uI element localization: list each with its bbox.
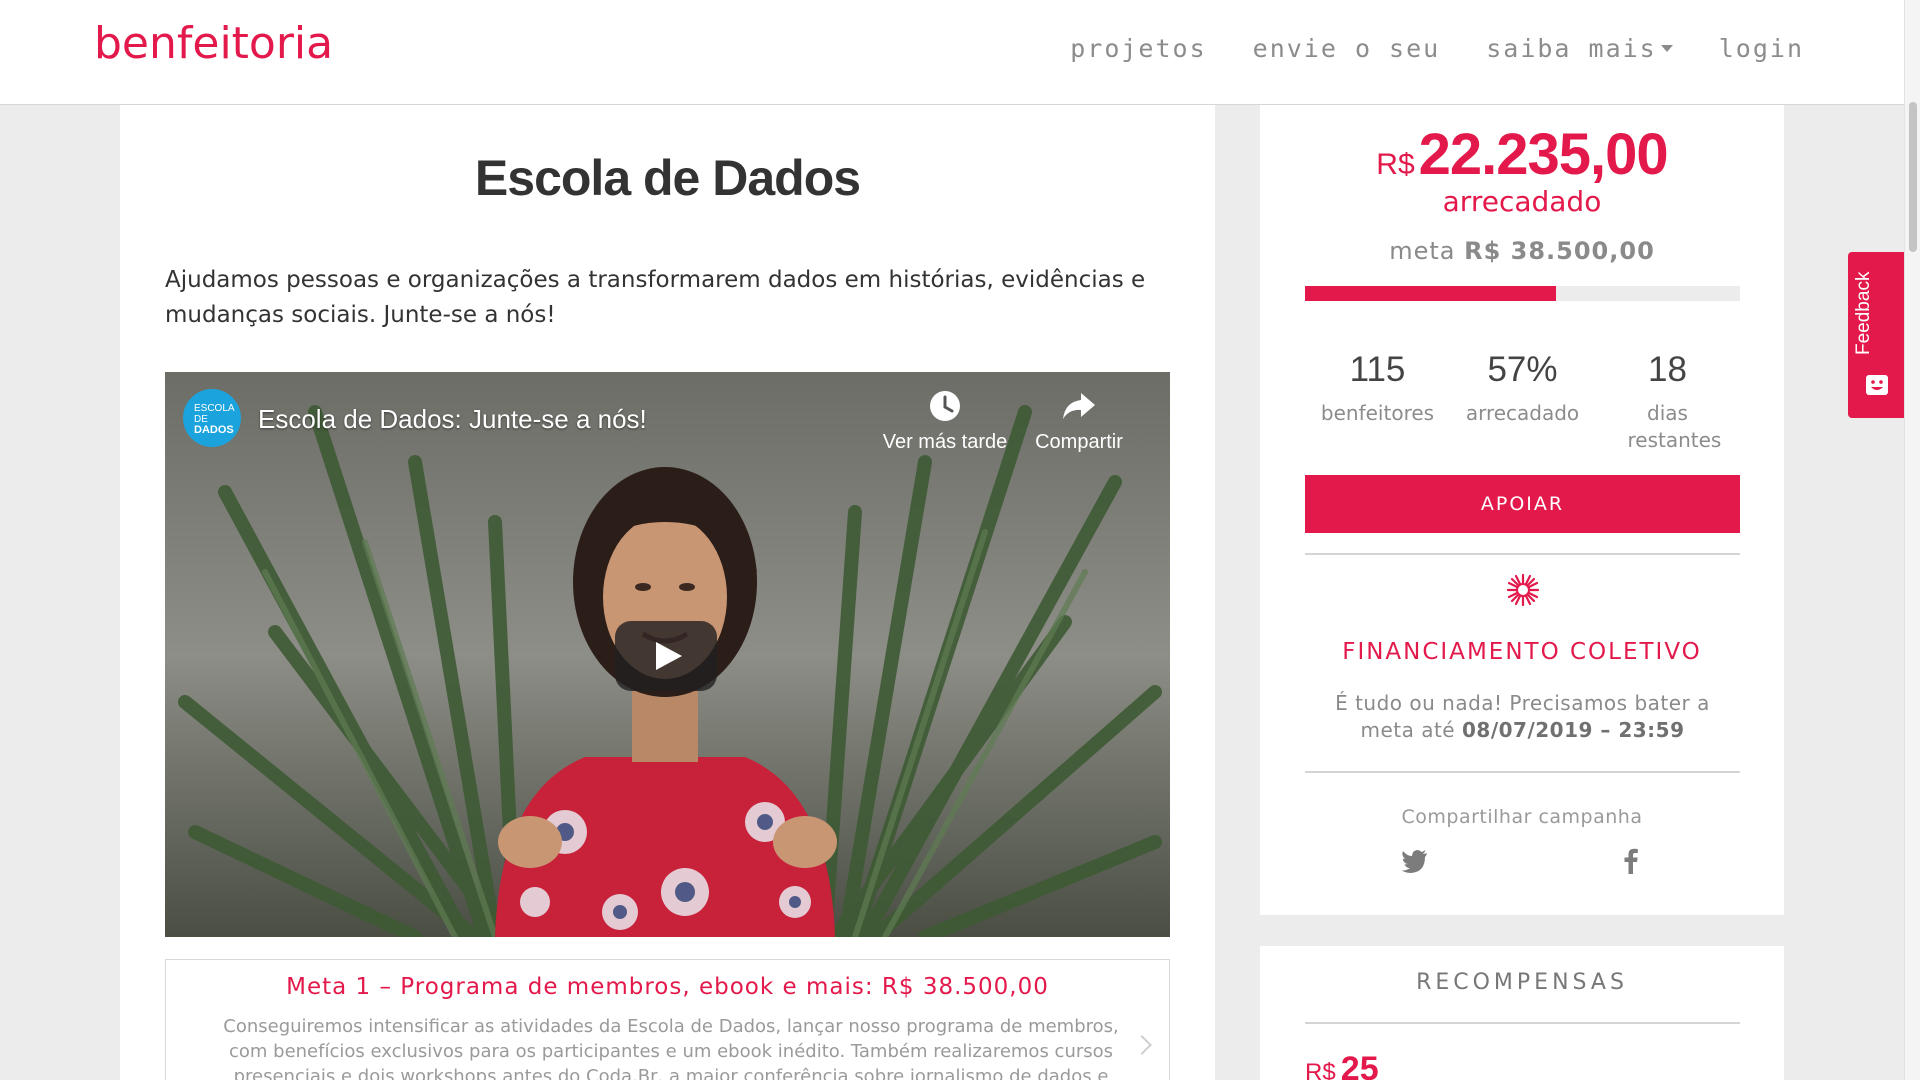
caret-down-icon bbox=[1660, 45, 1673, 52]
channel-avatar[interactable]: ESCOLA DE DADOS bbox=[183, 389, 241, 447]
raised-value: 22.235,00 bbox=[1418, 122, 1669, 187]
divider bbox=[1305, 1022, 1740, 1024]
share-video-button[interactable]: Compartir bbox=[1020, 389, 1138, 454]
watch-later-label: Ver más tarde bbox=[882, 431, 1008, 453]
stat-label: dias restantes bbox=[1627, 401, 1722, 452]
goal-value: R$ 38.500,00 bbox=[1464, 237, 1655, 265]
nav-envie-label: envie o seu bbox=[1252, 34, 1441, 63]
stat-value: 57% bbox=[1487, 350, 1558, 389]
stat-value: 115 bbox=[1349, 350, 1406, 389]
raised-label: arrecadado bbox=[1442, 185, 1602, 218]
nav-login-label: login bbox=[1718, 34, 1804, 63]
divider bbox=[1305, 553, 1740, 555]
nav-envie-o-seu[interactable]: envie o seu bbox=[1253, 34, 1441, 63]
nav-projetos[interactable]: projetos bbox=[1070, 34, 1206, 63]
funding-model-desc: É tudo ou nada! Precisamos bater a meta … bbox=[1330, 690, 1715, 744]
page-scrollbar[interactable] bbox=[1904, 0, 1920, 1080]
share-label: Compartilhar campanha bbox=[1401, 806, 1643, 828]
svg-text:benfeitoria: benfeitoria bbox=[94, 18, 333, 69]
stat-dias: 18 dias restantes bbox=[1595, 350, 1740, 454]
facebook-icon[interactable] bbox=[1616, 845, 1646, 875]
nav-saiba-label: saiba mais bbox=[1486, 34, 1657, 63]
feedback-tab[interactable]: Feedback bbox=[1848, 252, 1904, 418]
feedback-label: Feedback bbox=[1853, 271, 1874, 355]
funding-panel: R$22.235,00 arrecadado meta R$ 38.500,00… bbox=[1260, 105, 1784, 915]
twitter-icon[interactable] bbox=[1400, 845, 1430, 875]
share-video-label: Compartir bbox=[1035, 431, 1123, 453]
apoiar-button[interactable]: APOIAR bbox=[1305, 475, 1740, 533]
video-player[interactable]: ESCOLA DE DADOS Escola de Dados: Junte-s… bbox=[165, 372, 1170, 937]
stat-arrecadado: 57% arrecadado bbox=[1450, 350, 1595, 454]
rewards-panel: RECOMPENSAS R$ 25 bbox=[1260, 946, 1784, 1080]
nav-projetos-label: projetos bbox=[1070, 34, 1207, 63]
main-nav: projetos envie o seu saiba mais login bbox=[1070, 34, 1804, 63]
funding-model-title: FINANCIAMENTO COLETIVO bbox=[1342, 639, 1702, 665]
nav-login[interactable]: login bbox=[1719, 34, 1804, 63]
raised-currency: R$ bbox=[1376, 148, 1415, 181]
stat-label: arrecadado bbox=[1465, 401, 1580, 425]
watch-later-button[interactable]: Ver más tarde bbox=[880, 389, 1010, 454]
campaign-intro: Ajudamos pessoas e organizações a transf… bbox=[165, 267, 1146, 328]
stat-benfeitores: 115 benfeitores bbox=[1305, 350, 1450, 454]
scrollbar-thumb[interactable] bbox=[1909, 102, 1917, 252]
channel-line3: DADOS bbox=[194, 424, 234, 436]
nav-saiba-mais[interactable]: saiba mais bbox=[1486, 34, 1673, 63]
play-button[interactable] bbox=[615, 621, 717, 691]
reward-value: R$ 25 bbox=[1305, 1050, 1379, 1080]
rewards-title: RECOMPENSAS bbox=[1416, 970, 1628, 995]
goal-label: meta bbox=[1389, 237, 1456, 265]
progress-bar bbox=[1305, 286, 1740, 301]
divider bbox=[1305, 771, 1740, 773]
video-title[interactable]: Escola de Dados: Junte-se a nós! bbox=[258, 404, 647, 435]
goal-line: meta R$ 38.500,00 bbox=[1260, 237, 1784, 265]
stat-label: benfeitores bbox=[1320, 401, 1435, 425]
page-title: Escola de Dados bbox=[474, 150, 861, 206]
reward-currency: R$ bbox=[1305, 1059, 1336, 1080]
campaign-main: Escola de Dados Ajudamos pessoas e organ… bbox=[120, 105, 1215, 1080]
burst-icon bbox=[1506, 573, 1540, 607]
clock-icon bbox=[930, 391, 960, 421]
raised-amount: R$22.235,00 bbox=[1260, 121, 1784, 188]
site-header: benfeitoria projetos envie o seu saiba m… bbox=[0, 0, 1904, 105]
share-arrow-icon bbox=[1063, 393, 1095, 419]
goal-card[interactable]: Meta 1 – Programa de membros, ebook e ma… bbox=[165, 959, 1170, 1080]
benfeitoria-logo[interactable]: benfeitoria bbox=[94, 14, 344, 84]
channel-line1: ESCOLA bbox=[194, 403, 235, 414]
stats-row: 115 benfeitores 57% arrecadado 18 dias r… bbox=[1305, 350, 1740, 454]
goal-title: Meta 1 – Programa de membros, ebook e ma… bbox=[286, 974, 1049, 1000]
progress-fill bbox=[1305, 286, 1557, 301]
stat-value: 18 bbox=[1648, 350, 1687, 389]
deadline: 08/07/2019 – 23:59 bbox=[1461, 718, 1685, 742]
goal-description: Conseguiremos intensificar as atividades… bbox=[223, 1016, 1119, 1080]
chevron-right-icon[interactable] bbox=[1132, 1035, 1152, 1055]
reward-amount: 25 bbox=[1340, 1050, 1379, 1080]
smiley-icon bbox=[1866, 375, 1888, 395]
